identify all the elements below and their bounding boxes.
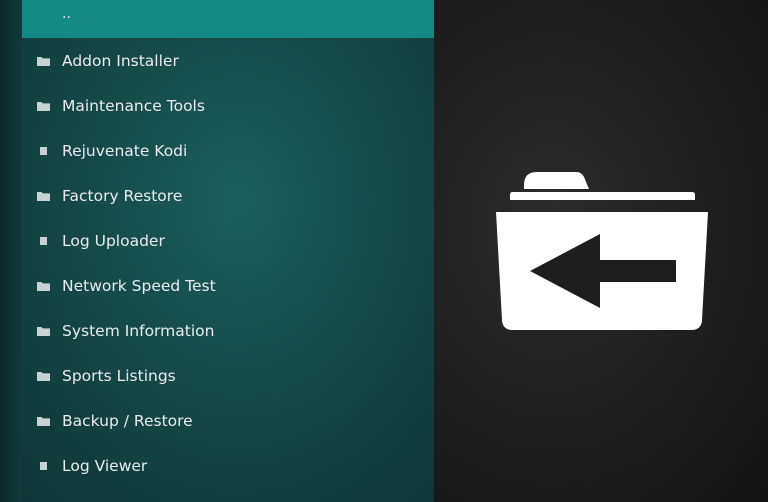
folder-icon bbox=[36, 325, 50, 337]
file-icon bbox=[36, 145, 50, 157]
addon-menu: .. Addon Installer Maintenance Tools Rej… bbox=[22, 0, 434, 488]
menu-item-sports-listings[interactable]: Sports Listings bbox=[22, 353, 434, 398]
file-icon bbox=[36, 460, 50, 472]
menu-item-label: Maintenance Tools bbox=[62, 96, 205, 115]
menu-item-label: Log Uploader bbox=[62, 231, 165, 250]
menu-item-log-uploader[interactable]: Log Uploader bbox=[22, 218, 434, 263]
menu-item-label: Factory Restore bbox=[62, 186, 183, 205]
folder-icon bbox=[36, 55, 50, 67]
folder-icon bbox=[36, 280, 50, 292]
menu-item-label: Addon Installer bbox=[62, 51, 179, 70]
menu-item-factory-restore[interactable]: Factory Restore bbox=[22, 173, 434, 218]
file-icon bbox=[36, 235, 50, 247]
menu-item-label: Log Viewer bbox=[62, 456, 148, 475]
folder-icon bbox=[36, 370, 50, 382]
menu-item-addon-installer[interactable]: Addon Installer bbox=[22, 38, 434, 83]
menu-item-label: Sports Listings bbox=[62, 366, 176, 385]
menu-item-log-viewer[interactable]: Log Viewer bbox=[22, 443, 434, 488]
folder-icon bbox=[36, 190, 50, 202]
menu-item-rejuvenate-kodi[interactable]: Rejuvenate Kodi bbox=[22, 128, 434, 173]
menu-item-label: Network Speed Test bbox=[62, 276, 216, 295]
menu-item-backup-restore[interactable]: Backup / Restore bbox=[22, 398, 434, 443]
menu-item-parent-directory[interactable]: .. bbox=[22, 0, 434, 38]
menu-panel-edge bbox=[0, 0, 22, 502]
menu-item-maintenance-tools[interactable]: Maintenance Tools bbox=[22, 83, 434, 128]
folder-icon bbox=[36, 100, 50, 112]
menu-item-label: Backup / Restore bbox=[62, 411, 193, 430]
folder-icon bbox=[36, 415, 50, 427]
menu-item-network-speed-test[interactable]: Network Speed Test bbox=[22, 263, 434, 308]
folder-back-icon bbox=[494, 170, 710, 332]
menu-item-label: System Information bbox=[62, 321, 215, 340]
menu-item-system-information[interactable]: System Information bbox=[22, 308, 434, 353]
menu-item-label: .. bbox=[62, 6, 71, 22]
menu-item-label: Rejuvenate Kodi bbox=[62, 141, 188, 160]
